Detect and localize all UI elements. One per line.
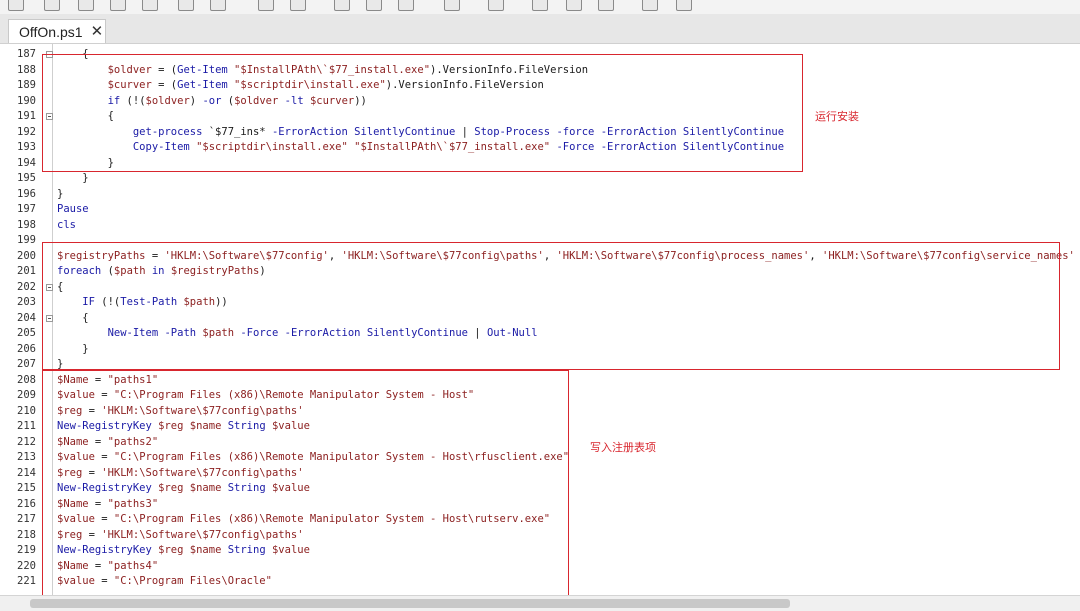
layout-1-icon[interactable]	[532, 0, 548, 11]
line-number: 193	[17, 141, 36, 153]
script-editor[interactable]: 187 {188 $oldver = (Get-Item "$InstallPA…	[0, 44, 1080, 595]
toolbar	[0, 0, 1080, 15]
line-number: 213	[17, 451, 36, 463]
layout-2-icon[interactable]	[566, 0, 582, 11]
line-number: 190	[17, 94, 36, 107]
horizontal-scrollbar[interactable]	[0, 595, 1080, 611]
code-line[interactable]: 196}	[0, 187, 1080, 203]
line-number: 201	[17, 265, 36, 277]
new-file-icon[interactable]	[8, 0, 24, 11]
line-number: 203	[17, 296, 36, 308]
scrollbar-thumb[interactable]	[30, 599, 790, 608]
line-number: 202	[17, 280, 36, 293]
cut-icon[interactable]	[110, 0, 126, 11]
line-number: 188	[17, 63, 36, 76]
line-number: 206	[17, 342, 36, 355]
line-number: 191	[17, 110, 36, 122]
show-console-icon[interactable]	[676, 0, 692, 11]
highlight-registry-keys-block	[42, 370, 569, 595]
line-number: 194	[17, 156, 36, 169]
annotation-install: 运行安装	[815, 110, 859, 123]
line-number: 205	[17, 327, 36, 339]
highlight-install-block	[42, 54, 803, 172]
run-icon[interactable]	[334, 0, 350, 11]
line-number: 211	[17, 420, 36, 432]
undo-icon[interactable]	[258, 0, 274, 11]
run-selection-icon[interactable]	[366, 0, 382, 11]
line-number: 200	[17, 249, 36, 262]
stop-icon[interactable]	[398, 0, 414, 11]
line-number: 221	[17, 575, 36, 587]
tab-offon-ps1[interactable]: OffOn.ps1 ✕	[8, 19, 106, 43]
line-number: 214	[17, 466, 36, 479]
clear-icon[interactable]	[210, 0, 226, 11]
highlight-registry-paths-block	[42, 242, 1060, 370]
line-number: 217	[17, 513, 36, 525]
copy-icon[interactable]	[142, 0, 158, 11]
line-number: 187	[17, 48, 36, 60]
code-text: }	[57, 172, 89, 184]
line-number: 219	[17, 544, 36, 556]
line-number: 192	[17, 125, 36, 138]
line-number: 209	[17, 389, 36, 401]
show-script-icon[interactable]	[642, 0, 658, 11]
code-line[interactable]: 195 }	[0, 171, 1080, 187]
save-icon[interactable]	[78, 0, 94, 11]
tab-title: OffOn.ps1	[19, 23, 83, 40]
line-number: 196	[17, 187, 36, 200]
code-text: }	[57, 187, 64, 200]
line-number: 198	[17, 218, 36, 231]
line-number: 199	[17, 234, 36, 246]
line-number: 204	[17, 311, 36, 324]
line-number: 215	[17, 482, 36, 494]
remote-icon[interactable]	[444, 0, 460, 11]
line-number: 218	[17, 528, 36, 541]
code-text: cls	[57, 218, 76, 231]
redo-icon[interactable]	[290, 0, 306, 11]
line-number: 207	[17, 358, 36, 370]
line-number: 208	[17, 373, 36, 386]
code-line[interactable]: 198 cls	[0, 218, 1080, 234]
layout-3-icon[interactable]	[598, 0, 614, 11]
powershell-icon[interactable]	[488, 0, 504, 11]
line-number: 189	[17, 79, 36, 91]
line-number: 195	[17, 172, 36, 184]
line-number: 212	[17, 435, 36, 448]
close-icon[interactable]: ✕	[91, 24, 104, 39]
code-line[interactable]: 197 Pause	[0, 202, 1080, 218]
line-number: 210	[17, 404, 36, 417]
code-text: Pause	[57, 203, 89, 215]
open-folder-icon[interactable]	[44, 0, 60, 11]
line-number: 197	[17, 203, 36, 215]
annotation-registry: 写入注册表项	[590, 441, 656, 454]
paste-icon[interactable]	[178, 0, 194, 11]
line-number: 220	[17, 559, 36, 572]
tab-bar: OffOn.ps1 ✕	[0, 14, 1080, 44]
line-number: 216	[17, 497, 36, 510]
